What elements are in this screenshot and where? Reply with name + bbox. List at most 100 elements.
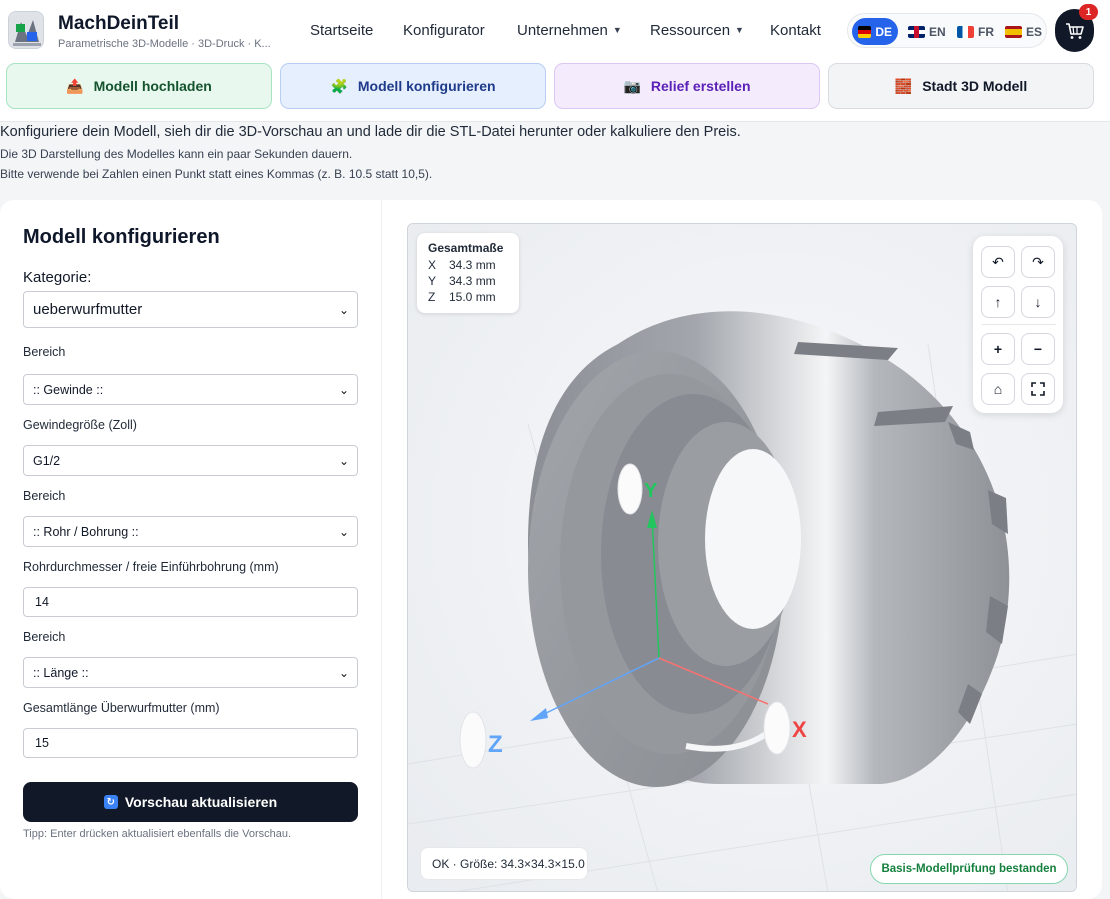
flag-en-icon xyxy=(908,25,925,38)
tab-label: Stadt 3D Modell xyxy=(922,78,1028,94)
dimensions-panel: Gesamtmaße X 34.3 mm Y 34.3 mm Z 15.0 mm xyxy=(417,233,519,313)
section-select-length[interactable]: :: Länge :: ⌄ xyxy=(23,657,358,688)
chevron-down-icon: ⌄ xyxy=(338,382,349,397)
nav-item-ressourcen[interactable]: Ressourcen ▼ xyxy=(650,22,744,39)
nav-label: Ressourcen xyxy=(650,22,731,39)
cart-icon xyxy=(1065,22,1084,39)
z-axis-label: Z xyxy=(488,731,503,758)
section-select-pipe[interactable]: :: Rohr / Bohrung :: ⌄ xyxy=(23,516,358,547)
home-view-button[interactable]: ⌂ xyxy=(981,373,1015,405)
dimension-x: X 34.3 mm xyxy=(428,257,508,273)
chevron-down-icon: ⌄ xyxy=(338,665,349,680)
flag-es-icon xyxy=(1005,25,1022,38)
zoom-in-button[interactable]: + xyxy=(981,333,1015,365)
tab-upload-model[interactable]: 📤 Modell hochladen xyxy=(6,63,272,109)
tab-label: Modell hochladen xyxy=(93,78,212,94)
x-axis-label: X xyxy=(792,717,807,742)
total-length-input[interactable]: 15 xyxy=(23,728,358,758)
tip-text: Tipp: Enter drücken aktualisiert ebenfal… xyxy=(23,828,292,840)
nav-item-kontakt[interactable]: Kontakt xyxy=(770,22,821,39)
chevron-down-icon: ⌄ xyxy=(338,302,349,317)
thread-size-label: Gewindegröße (Zoll) xyxy=(23,418,137,432)
section-label: Bereich xyxy=(23,630,66,644)
pipe-diameter-input[interactable]: 14 xyxy=(23,587,358,617)
form-title: Modell konfigurieren xyxy=(23,226,220,248)
nav-item-startseite[interactable]: Startseite xyxy=(310,22,373,39)
fullscreen-button[interactable] xyxy=(1021,373,1055,405)
category-select[interactable]: ueberwurfmutter ⌄ xyxy=(23,291,358,328)
caret-down-icon: ▼ xyxy=(735,25,744,35)
dim-value: 34.3 mm xyxy=(449,274,496,288)
nav-item-konfigurator[interactable]: Konfigurator xyxy=(403,22,485,39)
select-value: :: Rohr / Bohrung :: xyxy=(33,524,139,539)
model-check-badge: Basis-Modellprüfung bestanden xyxy=(870,854,1068,884)
lang-code: DE xyxy=(875,24,892,39)
tab-city-3d-model[interactable]: 🧱 Stadt 3D Modell xyxy=(828,63,1094,109)
dim-value: 15.0 mm xyxy=(449,290,496,304)
dimension-z: Z 15.0 mm xyxy=(428,289,508,305)
select-value: G1/2 xyxy=(33,453,61,468)
dimension-y: Y 34.3 mm xyxy=(428,273,508,289)
button-label: Vorschau aktualisieren xyxy=(124,794,278,810)
nav-label: Unternehmen xyxy=(517,22,608,39)
chevron-down-icon: ⌄ xyxy=(338,453,349,468)
upload-box-icon: 📤 xyxy=(66,77,84,94)
brand-subtitle: Parametrische 3D-Modelle · 3D-Druck · K.… xyxy=(58,38,271,50)
dim-axis: X xyxy=(428,258,437,272)
tilt-up-button[interactable]: ↑ xyxy=(981,286,1015,318)
z-axis-marker xyxy=(459,711,487,769)
controls-divider xyxy=(982,324,1056,325)
lang-fr-button[interactable]: FR xyxy=(951,18,1000,45)
update-preview-button[interactable]: ↻ Vorschau aktualisieren xyxy=(23,782,358,822)
intro-note: Die 3D Darstellung des Modelles kann ein… xyxy=(0,147,353,161)
language-switcher: DE EN FR ES xyxy=(847,13,1047,48)
dimensions-title: Gesamtmaße xyxy=(428,241,504,255)
flag-de-icon xyxy=(858,25,872,38)
tab-create-relief[interactable]: 📷 Relief erstellen xyxy=(554,63,820,109)
tab-configure-model[interactable]: 🧩 Modell konfigurieren xyxy=(280,63,546,109)
select-value: :: Gewinde :: xyxy=(33,382,104,397)
logo[interactable] xyxy=(8,11,44,49)
logo-icon xyxy=(9,12,43,48)
pipe-diameter-label: Rohrdurchmesser / freie Einführbohrung (… xyxy=(23,560,279,574)
thread-size-select[interactable]: G1/2 ⌄ xyxy=(23,445,358,476)
section-select-thread[interactable]: :: Gewinde :: ⌄ xyxy=(23,374,358,405)
lang-es-button[interactable]: ES xyxy=(999,18,1048,45)
nav-label: Kontakt xyxy=(770,22,821,39)
section-label: Bereich xyxy=(23,345,66,359)
lang-en-button[interactable]: EN xyxy=(902,18,952,45)
category-label: Kategorie: xyxy=(23,269,92,286)
chevron-down-icon: ⌄ xyxy=(338,524,349,539)
tilt-down-button[interactable]: ↓ xyxy=(1021,286,1055,318)
nav-label: Startseite xyxy=(310,22,374,39)
x-axis-marker xyxy=(763,701,791,755)
lang-de-button[interactable]: DE xyxy=(852,18,898,45)
nav-item-unternehmen[interactable]: Unternehmen ▼ xyxy=(517,22,622,39)
select-value: ueberwurfmutter xyxy=(33,301,143,318)
dim-axis: Y xyxy=(428,274,437,288)
refresh-icon: ↻ xyxy=(103,795,118,809)
section-label: Bereich xyxy=(23,489,66,503)
model-status: OK · Größe: 34.3×34.3×15.0 xyxy=(420,847,588,880)
caret-down-icon: ▼ xyxy=(612,25,622,35)
rotate-right-button[interactable]: ↷ xyxy=(1021,246,1055,278)
rotate-left-button[interactable]: ↶ xyxy=(981,246,1015,278)
flag-fr-icon xyxy=(957,25,974,38)
zoom-out-button[interactable]: − xyxy=(1021,333,1055,365)
lang-code: ES xyxy=(1026,24,1043,39)
header: MachDeinTeil Parametrische 3D-Modelle · … xyxy=(0,0,1110,62)
y-axis-marker xyxy=(617,463,643,515)
brand-title[interactable]: MachDeinTeil xyxy=(58,13,179,35)
lang-code: FR xyxy=(978,24,994,39)
lang-code: EN xyxy=(929,24,946,39)
tab-label: Relief erstellen xyxy=(650,78,751,94)
y-axis-label: Y xyxy=(644,480,658,502)
dim-value: 34.3 mm xyxy=(449,258,496,272)
cart-count-badge: 1 xyxy=(1079,4,1098,20)
brick-icon: 🧱 xyxy=(894,77,913,94)
camera-icon: 📷 xyxy=(623,77,641,94)
intro-hint: Bitte verwende bei Zahlen einen Punkt st… xyxy=(0,167,433,181)
dim-axis: Z xyxy=(428,290,436,304)
puzzle-icon: 🧩 xyxy=(330,77,348,94)
fullscreen-icon xyxy=(1031,382,1045,396)
